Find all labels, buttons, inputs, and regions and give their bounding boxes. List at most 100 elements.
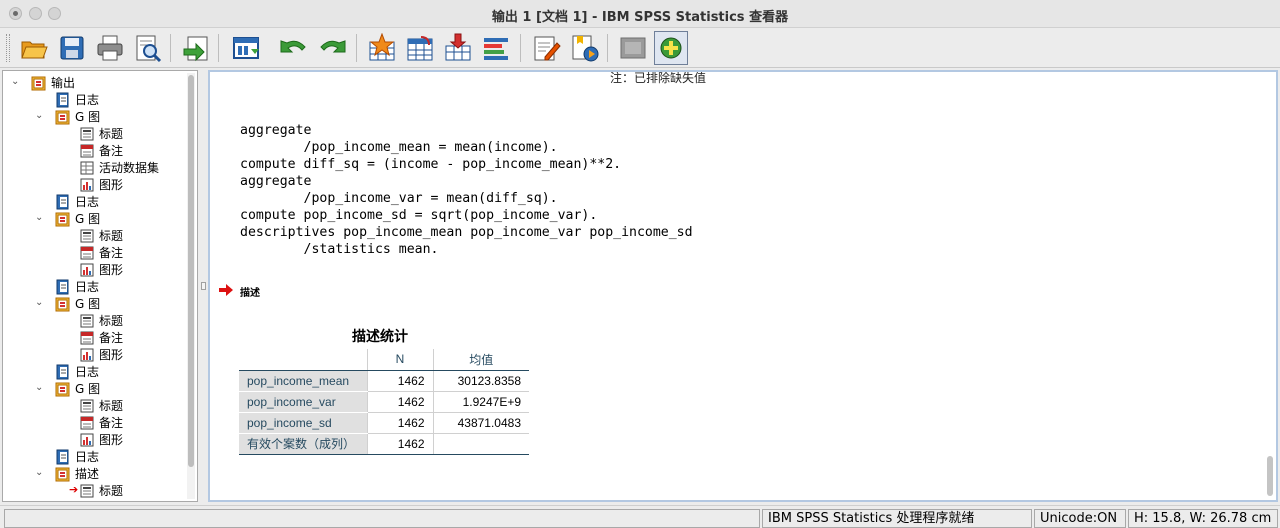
redo-icon <box>320 40 346 53</box>
open-button[interactable] <box>17 31 51 65</box>
goto-data-button[interactable] <box>365 31 399 65</box>
tree-item[interactable]: 日志 <box>55 448 99 465</box>
hide-icon <box>620 37 646 59</box>
tree-expand-toggle[interactable]: ⌄ <box>35 382 45 393</box>
tree-item-label: 备注 <box>99 246 124 260</box>
output-book-icon <box>55 109 71 125</box>
save-icon <box>60 36 84 60</box>
run-script-icon <box>572 35 599 62</box>
tree-expand-toggle[interactable]: ⌄ <box>35 467 45 478</box>
output-book-icon <box>31 75 47 91</box>
notes-icon <box>79 245 95 261</box>
tree-item-label: 标题 <box>99 399 124 413</box>
edit-output-button[interactable] <box>529 31 563 65</box>
print-preview-button[interactable] <box>131 31 165 65</box>
tree-item-label: 备注 <box>99 416 124 430</box>
outline-pane[interactable]: ⌄ 输出 日志 ⌄ G 图标题 备注 活动数据集 图形 日志 ⌄ G 图标题 备注 图形 日志 ⌄ G 图标题… <box>2 70 198 502</box>
export-icon <box>183 36 208 62</box>
redo-button[interactable] <box>315 31 349 65</box>
title-icon <box>79 228 95 244</box>
goto-case-icon <box>407 36 433 61</box>
tree-item[interactable]: 描述 <box>55 465 99 482</box>
splitter-handle[interactable] <box>201 282 206 290</box>
run-script-button[interactable] <box>567 31 601 65</box>
table-row: 有效个案数（成列） 1462 <box>239 433 529 455</box>
pane-splitter[interactable] <box>198 70 208 502</box>
tree-item[interactable]: 输出 <box>31 74 75 91</box>
toolbar <box>0 28 1280 68</box>
processor-status: IBM SPSS Statistics 处理程序就绪 <box>762 509 1032 528</box>
dimensions-status: H: 15.8, W: 26.78 cm <box>1128 509 1278 528</box>
status-bar: IBM SPSS Statistics 处理程序就绪 Unicode:ON H:… <box>0 505 1280 528</box>
output-book-icon <box>55 211 71 227</box>
outline-scrollbar-thumb[interactable] <box>188 75 194 467</box>
table-header-corner <box>239 349 367 371</box>
tree-item[interactable]: 日志 <box>55 363 99 380</box>
print-button[interactable] <box>93 31 127 65</box>
tree-item[interactable]: G 图 <box>55 295 100 312</box>
recall-dialog-button[interactable] <box>229 31 263 65</box>
designate-window-button[interactable] <box>654 31 688 65</box>
tree-item[interactable]: 标题 <box>79 125 123 142</box>
tree-item[interactable]: 图形 <box>79 261 123 278</box>
tree-item[interactable]: 标题 <box>79 482 123 499</box>
tree-item-label: 标题 <box>99 229 124 243</box>
tree-expand-toggle[interactable]: ⌄ <box>35 212 45 223</box>
output-scrollbar-thumb[interactable] <box>1267 456 1273 496</box>
insert-variable-button[interactable] <box>441 31 475 65</box>
tree-expand-toggle[interactable]: ⌄ <box>11 76 21 87</box>
toolbar-separator <box>607 34 608 62</box>
descriptive-statistics-table[interactable]: N 均值 pop_income_mean 1462 30123.8358 pop… <box>239 349 529 455</box>
tree-item-label: G 图 <box>75 212 101 226</box>
outline-scrollbar[interactable] <box>187 73 195 499</box>
tree-item[interactable]: 图形 <box>79 346 123 363</box>
tree-item[interactable]: 备注 <box>79 142 123 159</box>
tree-item-label: 备注 <box>99 144 124 158</box>
row-label: pop_income_sd <box>239 412 367 434</box>
tree-item-label: 图形 <box>99 263 124 277</box>
output-pane[interactable]: 注：已排除缺失值 aggregate /pop_income_mean = me… <box>208 70 1278 502</box>
tree-item[interactable]: 日志 <box>55 91 99 108</box>
tree-item[interactable]: 标题 <box>79 312 123 329</box>
tree-item[interactable]: 备注 <box>79 329 123 346</box>
cell-mean <box>432 433 529 455</box>
log-icon <box>55 449 71 465</box>
tree-item[interactable]: 图形 <box>79 176 123 193</box>
print-preview-icon <box>136 35 162 63</box>
print-icon <box>97 35 123 61</box>
undo-button[interactable] <box>277 31 311 65</box>
tree-expand-toggle[interactable]: ⌄ <box>35 110 45 121</box>
tree-item[interactable]: 备注 <box>79 244 123 261</box>
variables-button[interactable] <box>479 31 513 65</box>
descriptives-heading[interactable]: 描述 <box>240 284 260 299</box>
tree-item[interactable]: G 图 <box>55 210 100 227</box>
tree-item-label: 日志 <box>75 365 100 379</box>
toolbar-grip[interactable] <box>6 34 10 62</box>
output-book-icon <box>55 466 71 482</box>
tree-item[interactable]: 备注 <box>79 414 123 431</box>
chart-icon <box>79 347 95 363</box>
tree-item[interactable]: 活动数据集 <box>79 159 159 176</box>
tree-item[interactable]: 标题 <box>79 397 123 414</box>
tree-item[interactable]: G 图 <box>55 108 100 125</box>
table-header-n: N <box>366 349 433 371</box>
cell-mean: 43871.0483 <box>432 412 529 434</box>
export-button[interactable] <box>179 31 213 65</box>
tree-expand-toggle[interactable]: ⌄ <box>35 297 45 308</box>
tree-item[interactable]: 标题 <box>79 227 123 244</box>
tree-item-label: G 图 <box>75 110 101 124</box>
save-button[interactable] <box>55 31 89 65</box>
tree-item-label: 图形 <box>99 433 124 447</box>
tree-item[interactable]: 日志 <box>55 193 99 210</box>
table-row: pop_income_var 1462 1.9247E+9 <box>239 391 529 413</box>
missing-values-note: 注：已排除缺失值 <box>610 71 707 85</box>
goto-case-button[interactable] <box>403 31 437 65</box>
tree-item-label: 标题 <box>99 484 124 498</box>
tree-item[interactable]: 图形 <box>79 431 123 448</box>
tree-item[interactable]: 日志 <box>55 278 99 295</box>
tree-item[interactable]: G 图 <box>55 380 100 397</box>
spss-viewer-window: 输出 1 [文档 1] - IBM SPSS Statistics 查看器 ⌄ … <box>0 0 1280 528</box>
output-scrollbar[interactable] <box>1266 74 1274 498</box>
tree-item-label: 图形 <box>99 178 124 192</box>
hide-button[interactable] <box>616 31 650 65</box>
